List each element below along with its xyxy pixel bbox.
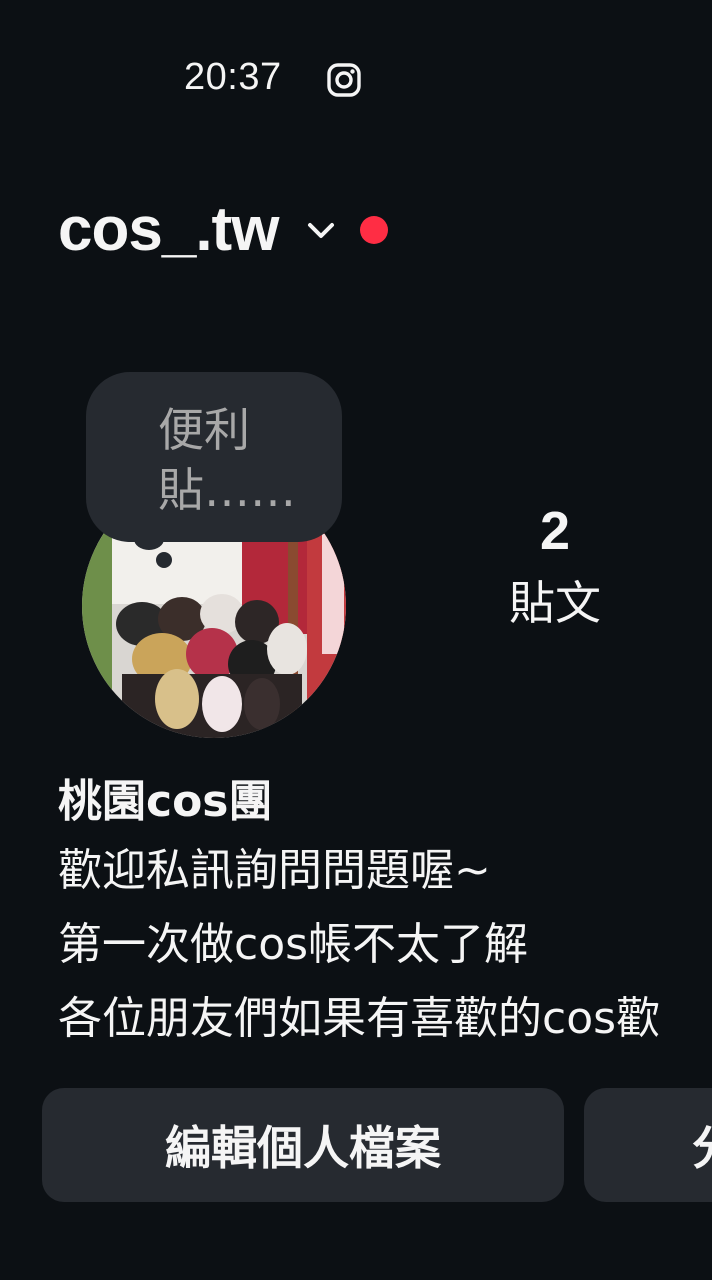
instagram-icon [327,63,361,97]
posts-count: 2 [539,501,571,561]
note-bubble-tail [134,528,164,550]
account-switcher[interactable]: cos_.tw [58,190,389,270]
notification-dot [360,216,389,244]
posts-label: 貼文 [509,576,601,630]
share-profile-button[interactable]: 分 [584,1088,712,1202]
profile-display-name: 桃園cos團 [58,776,273,827]
note-bubble[interactable]: 便利貼…… [86,372,342,542]
bio-line: 各位朋友們如果有喜歡的cos歡 [58,993,661,1044]
username[interactable]: cos_.tw [58,190,279,270]
bio-line: 歡迎私訊詢問問題喔~ [58,845,491,896]
note-bubble-tail-dot [156,552,172,568]
edit-profile-button[interactable]: 編輯個人檔案 [42,1088,564,1202]
profile-screen: 20:37 cos_.tw 便利貼…… 2 貼文 桃園cos團 歡迎私訊詢問問題… [0,0,712,1280]
bio-line: 第一次做cos帳不太了解 [58,919,529,970]
status-bar-time: 20:37 [184,56,282,98]
chevron-down-icon[interactable] [304,213,338,247]
note-text: 便利貼…… [158,403,296,517]
profile-bio: 桃園cos團 歡迎私訊詢問問題喔~ 第一次做cos帳不太了解 各位朋友們如果有喜… [58,770,712,1056]
posts-stat[interactable]: 2 貼文 [480,500,630,632]
